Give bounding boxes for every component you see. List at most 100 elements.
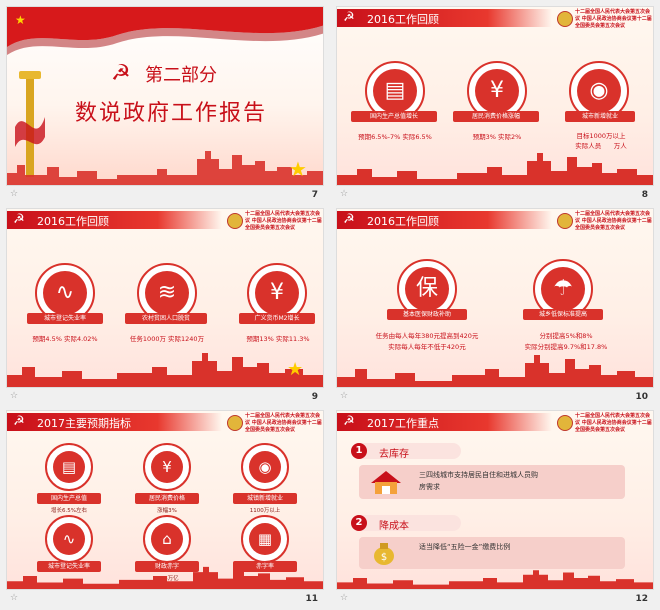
indicator-label: 国内生产总值 [37, 493, 101, 504]
point-number: 2 [351, 515, 367, 531]
slide-header: ☭ 2016工作回顾 十二届全国人民代表大会第五次会议 中国人民政治协商会议第十… [7, 209, 323, 231]
slide-number: 12 [635, 594, 648, 604]
slide-footer: ☆ 12 [336, 592, 654, 606]
star-icon: ★ [289, 157, 307, 181]
slide-footer: ☆ 8 [336, 188, 654, 202]
slide-footer: ☆ 11 [6, 592, 324, 606]
slide-number: 7 [311, 190, 318, 200]
national-emblem-icon [227, 213, 243, 229]
star-icon: ☆ [340, 391, 349, 401]
indicator-note: 增长6.5%左右 [51, 508, 87, 514]
indicator-label: 国内生产总值增长 [351, 111, 437, 122]
document-yen-icon: ▦ [241, 515, 289, 563]
slide-number: 8 [641, 190, 648, 200]
chart-doc-icon: ▤ [45, 443, 93, 491]
section-label: 第二部分 [145, 65, 217, 86]
city-skyline [7, 353, 323, 387]
city-skyline [337, 570, 653, 589]
slide-thumbnail-10[interactable]: ☭ 2016工作回顾 十二届全国人民代表大会第五次会议 中国人民政治协商会议第十… [336, 208, 654, 406]
indicator-note: 1100万以上 [249, 508, 281, 514]
slide-12-canvas: ☭ 2017工作重点 十二届全国人民代表大会第五次会议 中国人民政治协商会议第十… [336, 410, 654, 590]
slide-number: 10 [635, 392, 648, 402]
star-icon: ☆ [10, 391, 19, 401]
indicator-note: 预期4.5% 实际4.02% [32, 335, 98, 343]
indicator-note: 预期6.5%-7% 实际6.5% [358, 133, 432, 141]
slide-header: ☭ 2016工作回顾 十二届全国人民代表大会第五次会议 中国人民政治协商会议第十… [337, 209, 653, 231]
price-tag-icon: ¥ [143, 443, 191, 491]
pulse-icon: ∿ [45, 515, 93, 563]
party-emblem-icon: ☭ [13, 414, 25, 429]
slide-header-title: 2016工作回顾 [367, 13, 439, 26]
point-title: 降成本 [379, 521, 409, 532]
money-bag-icon: $ [371, 540, 397, 566]
star-icon: ☆ [10, 593, 19, 603]
key-point-header: 2 降成本 [351, 515, 461, 532]
slide-number: 9 [311, 392, 318, 402]
slide-thumbnail-11[interactable]: ☭ 2017主要预期指标 十二届全国人民代表大会第五次会议 中国人民政治协商会议… [6, 410, 324, 608]
slide-number: 11 [305, 594, 318, 604]
indicator-label: 居民消费价格 [135, 493, 199, 504]
conference-text: 十二届全国人民代表大会第五次会议 中国人民政治协商会议第十二届全国委员会第五次会… [245, 211, 322, 231]
national-emblem-icon [227, 415, 243, 431]
national-emblem-icon [557, 11, 573, 27]
point-text: 适当降低“五险一金”缴费比例 [419, 543, 511, 551]
slide-thumbnail-9[interactable]: ☭ 2016工作回顾 十二届全国人民代表大会第五次会议 中国人民政治协商会议第十… [6, 208, 324, 406]
conference-text: 十二届全国人民代表大会第五次会议 中国人民政治协商会议第十二届全国委员会第五次会… [245, 413, 322, 433]
indicator-note: 预期3% 实际2% [472, 133, 522, 141]
indicator-note: 任务1000万 实际1240万 [129, 335, 205, 343]
star-icon: ★ [15, 13, 26, 27]
slide-header: ☭ 2016工作回顾 十二届全国人民代表大会第五次会议 中国人民政治协商会议第十… [337, 7, 653, 29]
house-yen-icon: ⌂ [143, 515, 191, 563]
slide-footer: ☆ 9 [6, 390, 324, 404]
indicator-note: 涨幅3% [157, 508, 177, 514]
slide-7-canvas: ★ ☭ 第二部分 数说政府工作报告 ★ [6, 6, 324, 186]
indicator-label: 农村贫困人口脱贫 [125, 313, 207, 324]
party-emblem-icon: ☭ [111, 61, 131, 86]
slide-9-canvas: ☭ 2016工作回顾 十二届全国人民代表大会第五次会议 中国人民政治协商会议第十… [6, 208, 324, 388]
slide-header-title: 2016工作回顾 [367, 215, 439, 228]
indicator-label: 城市登记失业率 [27, 313, 103, 324]
key-point-header: 1 去库存 [351, 443, 461, 460]
slide-8-canvas: ☭ 2016工作回顾 十二届全国人民代表大会第五次会议 中国人民政治协商会议第十… [336, 6, 654, 186]
conference-text: 十二届全国人民代表大会第五次会议 中国人民政治协商会议第十二届全国委员会第五次会… [575, 413, 652, 433]
national-emblem-icon [557, 415, 573, 431]
point-number: 1 [351, 443, 367, 459]
slide-footer: ☆ 10 [336, 390, 654, 404]
star-icon: ☆ [340, 593, 349, 603]
key-point-body: $ 适当降低“五险一金”缴费比例 [359, 537, 625, 569]
slide-header-title: 2016工作回顾 [37, 215, 109, 228]
slide-thumbnail-7[interactable]: ★ ☭ 第二部分 数说政府工作报告 ★ ☆ 7 [6, 6, 324, 204]
party-emblem-icon: ☭ [343, 10, 355, 25]
svg-text:$: $ [381, 552, 387, 563]
indicator-label: 城乡低保标准提高 [523, 309, 603, 320]
slide-title: 数说政府工作报告 [75, 101, 268, 126]
star-icon: ☆ [340, 189, 349, 199]
slide-header: ☭ 2017工作重点 十二届全国人民代表大会第五次会议 中国人民政治协商会议第十… [337, 411, 653, 433]
star-icon: ☆ [10, 189, 19, 199]
party-emblem-icon: ☭ [343, 414, 355, 429]
slide-thumbnail-8[interactable]: ☭ 2016工作回顾 十二届全国人民代表大会第五次会议 中国人民政治协商会议第十… [336, 6, 654, 204]
slide-footer: ☆ 7 [6, 188, 324, 202]
broadcast-icon: ◉ [241, 443, 289, 491]
city-skyline [7, 566, 323, 589]
point-text: 三四线城市支持居民自住和进城人员购房需求 [419, 471, 538, 491]
slide-11-canvas: ☭ 2017主要预期指标 十二届全国人民代表大会第五次会议 中国人民政治协商会议… [6, 410, 324, 590]
party-emblem-icon: ☭ [13, 212, 25, 227]
city-skyline [337, 355, 653, 387]
indicator-label: 城市新增就业 [565, 111, 635, 122]
star-icon: ★ [287, 359, 304, 380]
city-skyline [337, 153, 653, 185]
indicator-label: 基本医保财政补助 [387, 309, 467, 320]
national-emblem-icon [557, 213, 573, 229]
slide-header-title: 2017工作重点 [367, 417, 439, 430]
key-point-body: 三四线城市支持居民自住和进城人员购房需求 [359, 465, 625, 499]
indicator-label: 广义货币M2增长 [239, 313, 315, 324]
indicator-label: 居民消费价格涨幅 [453, 111, 539, 122]
point-title: 去库存 [379, 449, 409, 460]
slide-header: ☭ 2017主要预期指标 十二届全国人民代表大会第五次会议 中国人民政治协商会议… [7, 411, 323, 433]
indicator-note: 预期13% 实际11.3% [246, 335, 310, 343]
slide-thumbnail-12[interactable]: ☭ 2017工作重点 十二届全国人民代表大会第五次会议 中国人民政治协商会议第十… [336, 410, 654, 608]
city-skyline [7, 151, 323, 185]
party-emblem-icon: ☭ [343, 212, 355, 227]
conference-text: 十二届全国人民代表大会第五次会议 中国人民政治协商会议第十二届全国委员会第五次会… [575, 211, 652, 231]
